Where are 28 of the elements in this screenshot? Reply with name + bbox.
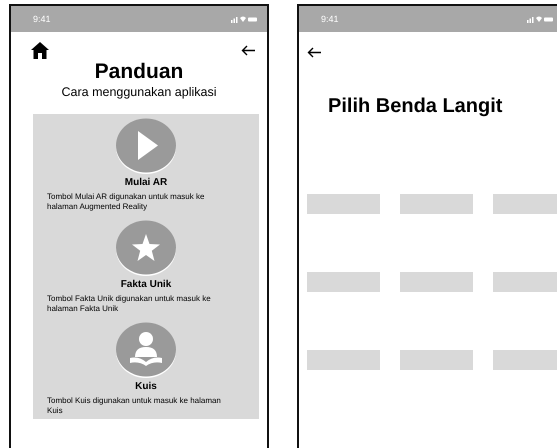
guide-description: Tombol Mulai AR digunakan untuk masuk ke halaman Augmented Reality bbox=[46, 191, 206, 212]
placeholder-tile[interactable] bbox=[400, 350, 473, 370]
status-time: 9:41 bbox=[33, 14, 51, 24]
placeholder-tile[interactable] bbox=[307, 194, 380, 214]
play-button-icon[interactable] bbox=[115, 117, 177, 175]
placeholder-tile[interactable] bbox=[307, 272, 380, 292]
page-title: Pilih Benda Langit bbox=[328, 95, 504, 118]
reader-button-icon[interactable] bbox=[115, 321, 177, 379]
placeholder-tile[interactable] bbox=[400, 272, 473, 292]
back-arrow-icon[interactable] bbox=[241, 44, 255, 56]
placeholder-tile[interactable] bbox=[400, 194, 473, 214]
guide-label: Fakta Unik bbox=[120, 279, 172, 290]
home-icon[interactable] bbox=[31, 42, 49, 58]
page-title: Panduan bbox=[94, 60, 184, 84]
guide-label: Kuis bbox=[135, 381, 157, 392]
guide-description: Tombol Kuis digunakan untuk masuk ke halaman Kuis bbox=[46, 395, 222, 416]
back-arrow-icon[interactable] bbox=[307, 46, 321, 58]
placeholder-tile[interactable] bbox=[493, 194, 557, 214]
placeholder-tile[interactable] bbox=[307, 350, 380, 370]
status-time: 9:41 bbox=[321, 14, 339, 24]
status-icons bbox=[231, 15, 257, 23]
placeholder-tile[interactable] bbox=[493, 350, 557, 370]
page-subtitle: Cara menggunakan aplikasi bbox=[60, 85, 218, 99]
status-icons bbox=[527, 15, 553, 23]
placeholder-tile[interactable] bbox=[493, 272, 557, 292]
guide-label: Mulai AR bbox=[124, 177, 168, 188]
guide-description: Tombol Fakta Unik digunakan untuk masuk ke halaman Fakta Unik bbox=[46, 293, 212, 314]
star-button-icon[interactable] bbox=[115, 219, 177, 277]
